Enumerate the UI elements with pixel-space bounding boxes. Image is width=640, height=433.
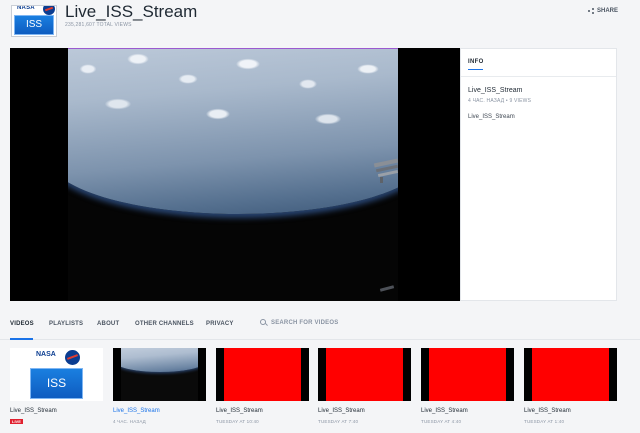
tab-videos[interactable]: VIDEOS xyxy=(10,321,34,327)
share-button[interactable]: SHARE xyxy=(588,8,618,14)
channel-logo[interactable]: NASA ISS xyxy=(11,5,57,37)
video-title[interactable]: Live_ISS_Stream xyxy=(421,408,468,414)
video-title[interactable]: Live_ISS_Stream xyxy=(318,408,365,414)
video-meta: TUESDAY AT 4:40 xyxy=(421,419,462,424)
video-thumbnail[interactable] xyxy=(113,348,206,401)
video-player[interactable] xyxy=(10,48,460,301)
video-title[interactable]: Live_ISS_Stream xyxy=(524,408,571,414)
video-thumbnail[interactable] xyxy=(421,348,514,401)
tab-playlists[interactable]: PLAYLISTS xyxy=(49,321,83,327)
station-truss xyxy=(373,158,398,183)
thumb-iss-text: ISS xyxy=(30,368,83,399)
thumb-nasa-text: NASA xyxy=(36,351,56,358)
info-video-meta: 4 ЧАС. НАЗАД • 9 VIEWS xyxy=(468,98,532,104)
video-card[interactable]: Live_ISS_Stream TUESDAY AT 10:40 xyxy=(216,348,309,433)
video-meta: TUESDAY AT 10:40 xyxy=(216,419,259,424)
search-label: SEARCH FOR VIDEOS xyxy=(271,319,339,326)
search-icon xyxy=(260,319,267,326)
video-thumbnail[interactable] xyxy=(524,348,617,401)
station-part xyxy=(379,285,395,295)
channel-header: NASA ISS Live_ISS_Stream 235,281,607 TOT… xyxy=(0,0,640,46)
info-video-description: Live_ISS_Stream xyxy=(468,114,515,120)
channel-tabs: VIDEOS PLAYLISTS ABOUT OTHER CHANNELS PR… xyxy=(0,310,640,340)
video-meta: 4 ЧАС. НАЗАД xyxy=(113,419,146,424)
tab-other-channels[interactable]: OTHER CHANNELS xyxy=(135,321,194,327)
active-tab-underline xyxy=(10,338,33,340)
logo-iss-text: ISS xyxy=(14,15,54,35)
video-card[interactable]: Live_ISS_Stream TUESDAY AT 7:40 xyxy=(318,348,411,433)
total-views: 235,281,607 TOTAL VIEWS xyxy=(65,22,132,28)
video-card[interactable]: NASA ISS Live_ISS_Stream LIVE xyxy=(10,348,103,433)
nasa-meatball-icon xyxy=(65,350,80,365)
video-title[interactable]: Live_ISS_Stream xyxy=(113,408,160,414)
tab-about[interactable]: ABOUT xyxy=(97,321,119,327)
nasa-meatball-icon xyxy=(43,6,55,15)
video-thumbnail[interactable] xyxy=(318,348,411,401)
video-card[interactable]: Live_ISS_Stream TUESDAY AT 1:40 xyxy=(524,348,617,433)
live-badge: LIVE xyxy=(10,419,23,424)
info-tab-underline xyxy=(468,69,483,70)
share-label: SHARE xyxy=(597,8,619,14)
divider xyxy=(461,76,616,77)
tab-info[interactable]: INFO xyxy=(468,59,484,65)
share-icon xyxy=(588,8,594,14)
earth-view xyxy=(68,49,398,214)
video-thumbnail[interactable] xyxy=(216,348,309,401)
video-frame[interactable] xyxy=(68,49,398,301)
tab-privacy[interactable]: PRIVACY xyxy=(206,321,234,327)
video-card[interactable]: Live_ISS_Stream TUESDAY AT 4:40 xyxy=(421,348,514,433)
info-video-title: Live_ISS_Stream xyxy=(468,87,523,94)
video-thumbnail[interactable]: NASA ISS xyxy=(10,348,103,401)
video-grid: NASA ISS Live_ISS_Stream LIVE Live_ISS_S… xyxy=(10,348,630,433)
video-card[interactable]: Live_ISS_Stream 4 ЧАС. НАЗАД xyxy=(113,348,206,433)
info-panel: INFO Live_ISS_Stream 4 ЧАС. НАЗАД • 9 VI… xyxy=(460,48,617,301)
video-title[interactable]: Live_ISS_Stream xyxy=(10,408,57,414)
video-meta: TUESDAY AT 7:40 xyxy=(318,419,359,424)
channel-title[interactable]: Live_ISS_Stream xyxy=(65,2,197,22)
video-meta: TUESDAY AT 1:40 xyxy=(524,419,565,424)
search-videos-button[interactable]: SEARCH FOR VIDEOS xyxy=(260,319,338,326)
video-title[interactable]: Live_ISS_Stream xyxy=(216,408,263,414)
logo-nasa-text: NASA xyxy=(17,5,35,11)
